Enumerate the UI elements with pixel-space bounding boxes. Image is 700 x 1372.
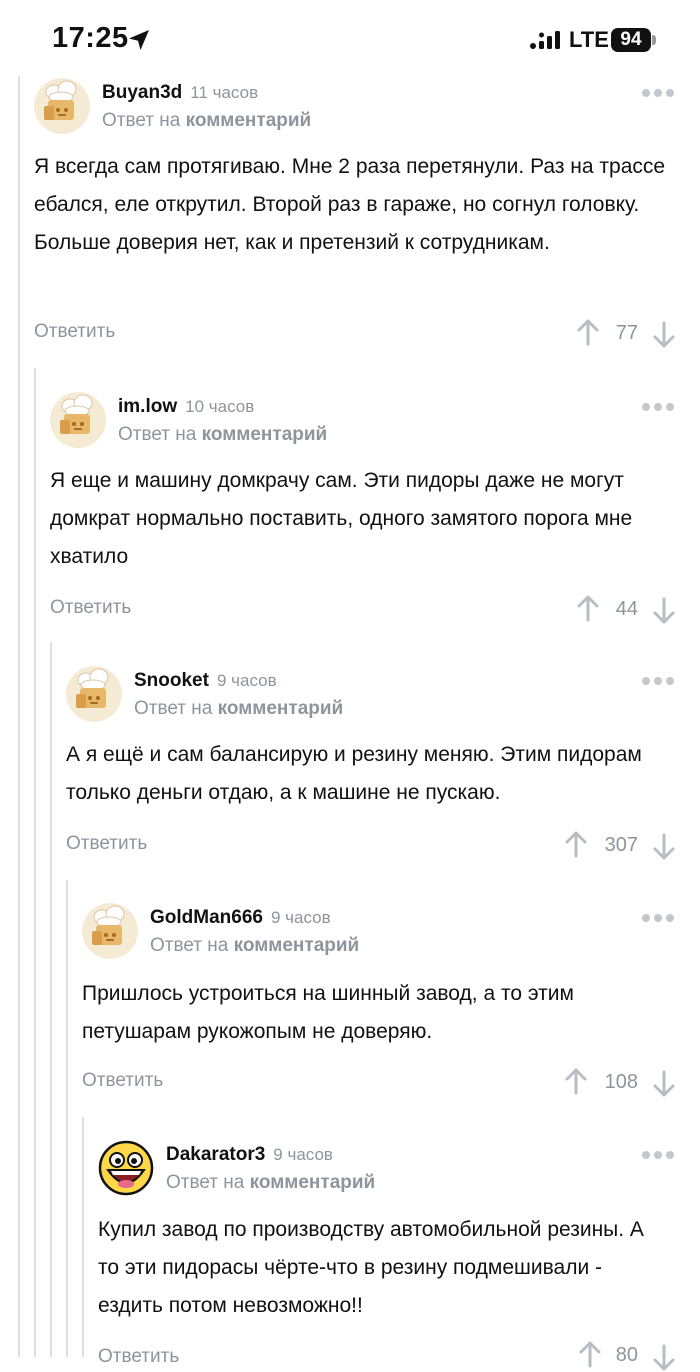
author-name[interactable]: GoldMan666 9 часов [150,907,331,929]
reply-button[interactable]: Ответить [82,1070,163,1092]
comment-time: 11 часов [190,83,259,102]
comment: Buyan3d 11 часов Ответ на комментарий Я в… [34,78,700,368]
reply-button[interactable]: Ответить [66,833,147,855]
more-options-icon[interactable] [640,400,676,414]
more-options-icon[interactable] [640,1148,676,1162]
thread-line-1 [18,76,20,1357]
vote-count: 77 [615,322,638,344]
vote-count: 307 [604,834,638,856]
comment-text: Я всегда сам протягиваю. Мне 2 раза пере… [34,155,666,254]
reply-to-link[interactable]: комментарий [218,698,344,719]
vote-count: 108 [604,1071,638,1093]
more-options-icon[interactable] [640,86,676,100]
status-time: 17:25 [52,22,129,54]
reply-button[interactable]: Ответить [34,321,115,343]
reply-to: Ответ на комментарий [150,935,360,956]
author-name[interactable]: Dakarator3 9 часов [166,1144,333,1166]
reply-to: Ответ на комментарий [134,698,344,719]
thread-line-5 [82,1117,84,1357]
thread-line-2 [34,368,36,1357]
battery-tip [652,35,656,45]
author-avatar[interactable] [82,903,138,959]
reply-to-link[interactable]: комментарий [234,935,360,956]
reply-to: Ответ на комментарий [102,110,312,131]
reply-to: Ответ на комментарий [166,1172,376,1193]
comment-time: 9 часов [270,908,331,927]
reply-to: Ответ на комментарий [118,424,328,445]
author-name[interactable]: im.low 10 часов [118,396,254,418]
reply-to-link[interactable]: комментарий [250,1172,376,1193]
thread-line-4 [66,880,68,1357]
author-name[interactable]: Buyan3d 11 часов [102,82,258,104]
author-avatar[interactable] [66,666,122,722]
network-type: LTE [569,27,609,52]
comment: Dakarator3 9 часов Ответ на комментарий К… [98,1140,700,1371]
location-arrow-icon [129,30,149,50]
author-avatar[interactable] [50,392,106,448]
vote-count: 44 [615,598,638,620]
comment-text: Пришлось устроиться на шинный завод, а т… [82,982,574,1043]
downvote-arrow-icon[interactable] [652,321,676,349]
comment: GoldMan666 9 часов Ответ на комментарий П… [82,903,700,1123]
author-avatar[interactable] [34,78,90,134]
comment-text: А я ещё и сам балансирую и резину меняю.… [66,743,642,804]
downvote-arrow-icon[interactable] [652,597,676,625]
downvote-arrow-icon[interactable] [652,833,676,861]
more-options-icon[interactable] [640,911,676,925]
downvote-arrow-icon[interactable] [652,1070,676,1098]
reply-button[interactable]: Ответить [50,597,131,619]
comment-text: Я еще и машину домкрачу сам. Эти пидоры … [50,469,633,568]
comment: Snooket 9 часов Ответ на комментарий А я … [66,666,700,886]
reply-to-link[interactable]: комментарий [186,110,312,131]
signal-dots-icon [530,31,560,49]
thread-line-3 [50,642,52,1357]
comment-text: Купил завод по производству автомобильно… [98,1218,644,1317]
comment: im.low 10 часов Ответ на комментарий Я ещ… [50,392,700,652]
more-options-icon[interactable] [640,674,676,688]
reply-to-link[interactable]: комментарий [202,424,328,445]
comment-time: 9 часов [216,671,277,690]
author-name[interactable]: Snooket 9 часов [134,670,277,692]
status-bar: 17:25 LTE 94 [0,0,700,76]
battery-level: 94 [611,28,651,52]
comment-time: 10 часов [185,397,255,416]
author-avatar[interactable] [98,1140,154,1196]
vote-count: 80 [615,1344,638,1366]
downvote-arrow-icon[interactable] [652,1344,676,1372]
reply-button[interactable]: Ответить [98,1346,179,1368]
comment-time: 9 часов [273,1145,333,1164]
